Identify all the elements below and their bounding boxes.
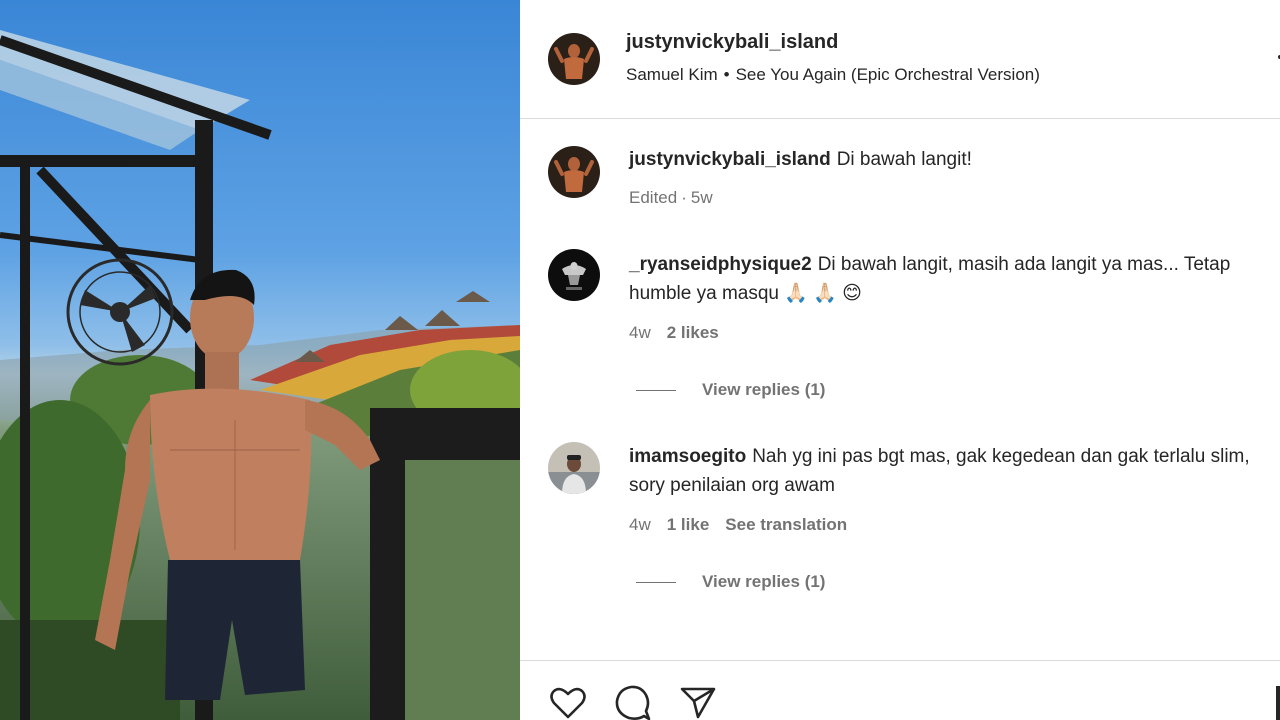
- audio-artist[interactable]: Samuel Kim: [626, 65, 718, 84]
- caption-avatar-image: [548, 146, 600, 198]
- post-photo[interactable]: [0, 0, 520, 720]
- audio-separator: •: [723, 65, 730, 84]
- like-button[interactable]: [548, 683, 588, 720]
- commenter-avatar[interactable]: [548, 442, 600, 494]
- author-avatar-image: [548, 33, 600, 85]
- comment-text: justynvickybali_island Di bawah langit!: [629, 145, 1269, 174]
- ryanseid-avatar-image: [548, 249, 600, 301]
- comment-time[interactable]: 4w: [629, 323, 651, 342]
- imamsoegito-avatar-image: [548, 442, 600, 494]
- view-replies-label: View replies (1): [702, 572, 826, 591]
- replies-divider-line: [636, 582, 676, 584]
- comment-meta: Edited · 5w: [629, 188, 729, 208]
- caption-comment: justynvickybali_island Di bawah langit! E…: [520, 120, 1280, 230]
- comment-meta: 4w 2 likes: [629, 323, 735, 343]
- audio-title[interactable]: See You Again (Epic Orchestral Version): [736, 65, 1040, 84]
- comment-item: _ryanseidphysique2 Di bawah langit, masih…: [520, 230, 1280, 420]
- comment-time[interactable]: 4w: [629, 515, 651, 534]
- comment-text: imamsoegito Nah yg ini pas bgt mas, gak k…: [629, 442, 1269, 500]
- comments-list[interactable]: justynvickybali_island Di bawah langit! E…: [520, 120, 1280, 660]
- author-username[interactable]: justynvickybali_island: [626, 31, 838, 54]
- comment-content: Di bawah langit!: [836, 149, 972, 170]
- replies-divider-line: [636, 390, 676, 392]
- post-photo-illustration: [0, 30, 520, 720]
- comment-time[interactable]: 5w: [691, 188, 713, 207]
- comment-likes[interactable]: 1 like: [667, 515, 710, 534]
- comment-username[interactable]: _ryanseidphysique2: [629, 254, 812, 275]
- comment-button[interactable]: [613, 683, 653, 720]
- comment-username[interactable]: imamsoegito: [629, 446, 746, 467]
- post-detail-panel: justynvickybali_island Samuel Kim • See Yo…: [520, 0, 1280, 720]
- heart-icon: [550, 687, 586, 719]
- comment-text: _ryanseidphysique2 Di bawah langit, masih…: [629, 250, 1269, 308]
- comment-meta: 4w 1 like See translation: [629, 515, 863, 535]
- comment-likes[interactable]: 2 likes: [667, 323, 719, 342]
- see-translation-button[interactable]: See translation: [725, 515, 847, 534]
- post-header: justynvickybali_island Samuel Kim • See Yo…: [520, 0, 1280, 119]
- comment-bubble-icon: [615, 685, 651, 720]
- view-replies-button[interactable]: View replies (1): [636, 572, 825, 592]
- audio-attribution[interactable]: Samuel Kim • See You Again (Epic Orchestra…: [626, 65, 1040, 85]
- comment-item: imamsoegito Nah yg ini pas bgt mas, gak k…: [520, 420, 1280, 610]
- edited-label: Edited: [629, 188, 678, 207]
- author-avatar[interactable]: [548, 33, 600, 85]
- meta-separator: ·: [681, 188, 687, 207]
- share-button[interactable]: [678, 683, 718, 720]
- paper-plane-icon: [680, 687, 716, 719]
- commenter-avatar[interactable]: [548, 146, 600, 198]
- more-options-icon[interactable]: [1276, 50, 1280, 64]
- action-bar: [520, 660, 1280, 720]
- commenter-avatar[interactable]: [548, 249, 600, 301]
- bookmark-icon-edge[interactable]: [1276, 686, 1280, 720]
- comment-username[interactable]: justynvickybali_island: [629, 149, 831, 170]
- view-replies-button[interactable]: View replies (1): [636, 380, 825, 400]
- view-replies-label: View replies (1): [702, 380, 826, 399]
